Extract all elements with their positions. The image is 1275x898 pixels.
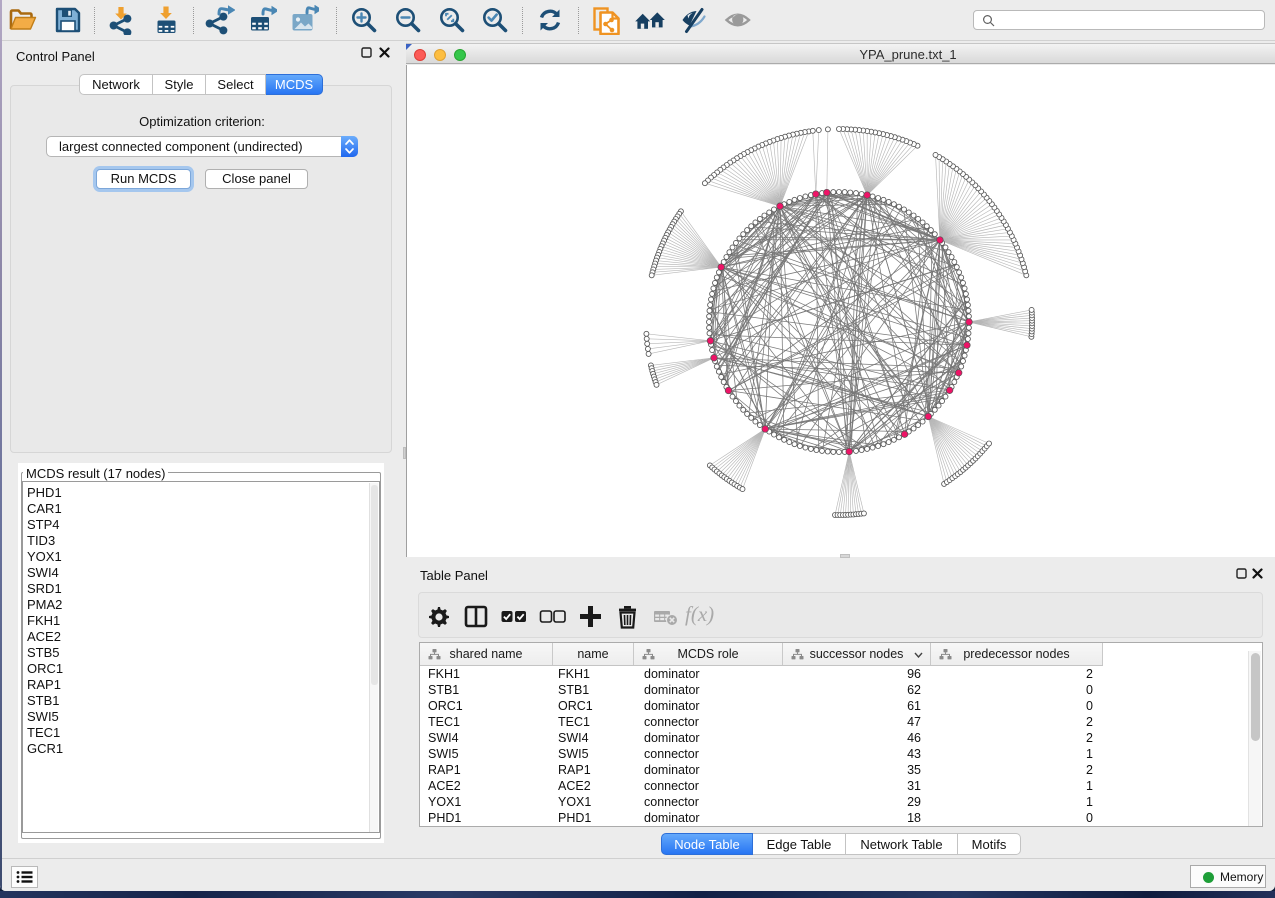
svg-text:f(x): f(x) [685, 602, 714, 626]
